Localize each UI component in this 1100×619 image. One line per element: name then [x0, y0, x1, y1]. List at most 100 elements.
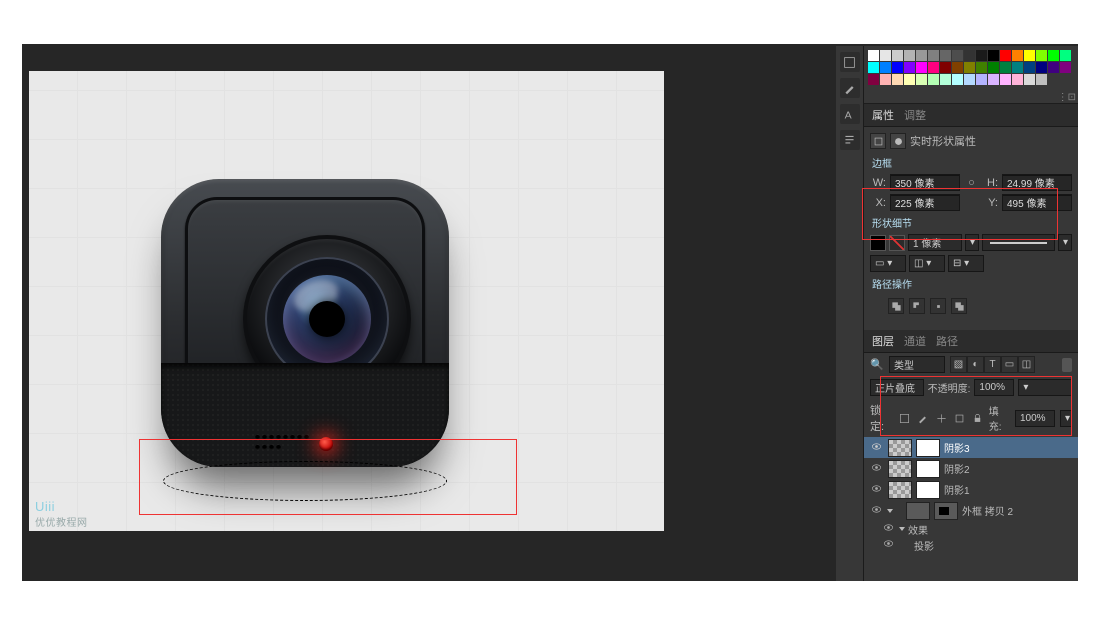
visibility-icon[interactable]	[880, 522, 896, 536]
swatch[interactable]	[940, 62, 951, 73]
tool-dock[interactable]: A	[836, 46, 864, 581]
swatch[interactable]	[1060, 50, 1071, 61]
stroke-style-preview[interactable]	[982, 234, 1055, 251]
swatch[interactable]	[988, 50, 999, 61]
visibility-icon[interactable]	[880, 538, 896, 552]
swatch[interactable]	[976, 62, 987, 73]
swatch[interactable]	[916, 62, 927, 73]
expand-icon[interactable]	[899, 527, 905, 531]
swatch[interactable]	[1036, 62, 1047, 73]
swatch[interactable]	[940, 74, 951, 85]
lock-move-icon[interactable]	[935, 411, 948, 425]
swatch[interactable]	[964, 50, 975, 61]
swatch[interactable]	[952, 74, 963, 85]
width-field[interactable]: 350 像素	[890, 174, 960, 191]
layer-name[interactable]: 阴影1	[944, 482, 970, 497]
lock-brush-icon[interactable]	[916, 411, 929, 425]
swatch[interactable]	[928, 50, 939, 61]
fill-field[interactable]: 100%	[1015, 410, 1055, 427]
layer-row[interactable]: 外框 拷贝 2	[864, 500, 1078, 521]
swatch[interactable]	[916, 50, 927, 61]
layer-row[interactable]: 阴影3	[864, 437, 1078, 458]
tab-properties[interactable]: 属性	[872, 107, 894, 123]
cap-select[interactable]: ▭ ▾	[870, 255, 906, 272]
opacity-down-icon[interactable]: ▾	[1018, 379, 1072, 396]
link-wh-icon[interactable]	[964, 176, 978, 190]
swatch[interactable]	[976, 74, 987, 85]
swatch[interactable]	[880, 62, 891, 73]
intersect-icon[interactable]	[930, 298, 946, 314]
tab-layers[interactable]: 图层	[872, 333, 894, 349]
swatch[interactable]	[892, 74, 903, 85]
swatch[interactable]	[988, 62, 999, 73]
swatch[interactable]	[952, 62, 963, 73]
swatch[interactable]	[892, 50, 903, 61]
layer-effects-label[interactable]: 效果	[864, 521, 1078, 537]
swatch[interactable]	[904, 74, 915, 85]
swatch[interactable]	[976, 50, 987, 61]
swatch[interactable]	[940, 50, 951, 61]
swatch[interactable]	[892, 62, 903, 73]
swatch[interactable]	[1000, 74, 1011, 85]
type-dock-icon[interactable]: A	[840, 104, 860, 124]
swatch[interactable]	[988, 74, 999, 85]
swatch[interactable]	[904, 62, 915, 73]
swatch[interactable]	[1036, 74, 1047, 85]
join-select[interactable]: ◫ ▾	[909, 255, 945, 272]
layer-list[interactable]: 阴影3 阴影2 阴影1 外框 拷贝 2 效果	[864, 437, 1078, 553]
tab-channels[interactable]: 通道	[904, 333, 926, 349]
x-field[interactable]: 225 像素	[890, 194, 960, 211]
blend-mode-select[interactable]: 正片叠底	[870, 379, 924, 396]
height-field[interactable]: 24.99 像素	[1002, 174, 1072, 191]
visibility-icon[interactable]	[868, 441, 884, 455]
fill-swatch[interactable]	[870, 235, 886, 251]
visibility-icon[interactable]	[868, 483, 884, 497]
exclude-icon[interactable]	[951, 298, 967, 314]
swatch[interactable]	[868, 50, 879, 61]
swatch[interactable]	[964, 62, 975, 73]
stroke-style-down-icon[interactable]: ▾	[1058, 234, 1072, 251]
visibility-icon[interactable]	[868, 504, 884, 518]
swatch[interactable]	[904, 50, 915, 61]
swatch[interactable]	[916, 74, 927, 85]
swatch[interactable]	[964, 74, 975, 85]
stroke-swatch[interactable]	[889, 235, 905, 251]
lock-artboard-icon[interactable]	[953, 411, 966, 425]
layer-name[interactable]: 阴影3	[944, 440, 970, 455]
swatches-dock-icon[interactable]	[840, 52, 860, 72]
swatches-options-icon[interactable]: ⋮⊡	[1058, 92, 1076, 103]
expand-icon[interactable]	[887, 509, 893, 513]
swatch[interactable]	[952, 50, 963, 61]
swatch[interactable]	[1024, 62, 1035, 73]
swatch[interactable]	[880, 50, 891, 61]
swatch[interactable]	[928, 74, 939, 85]
swatch[interactable]	[928, 62, 939, 73]
swatch[interactable]	[1000, 50, 1011, 61]
filter-image-icon[interactable]: ▧	[950, 356, 967, 373]
layers-tabs[interactable]: 图层 通道 路径	[864, 330, 1078, 353]
properties-tabs[interactable]: 属性 调整	[864, 104, 1078, 127]
tab-adjustments[interactable]: 调整	[904, 107, 926, 123]
swatch[interactable]	[1024, 50, 1035, 61]
swatch[interactable]	[1012, 50, 1023, 61]
stroke-width-field[interactable]: 1 像素	[908, 234, 962, 251]
align-select[interactable]: ⊟ ▾	[948, 255, 984, 272]
filter-smart-icon[interactable]: ◫	[1018, 356, 1035, 373]
swatch[interactable]	[1060, 62, 1071, 73]
swatch[interactable]	[1000, 62, 1011, 73]
swatches-panel[interactable]: /* populated below */ ⋮⊡	[864, 46, 1078, 104]
layer-effect-drop-shadow[interactable]: 投影	[864, 537, 1078, 553]
swatch[interactable]	[1036, 50, 1047, 61]
brush-dock-icon[interactable]	[840, 78, 860, 98]
layer-name[interactable]: 外框 拷贝 2	[962, 503, 1013, 518]
swatch[interactable]	[1012, 74, 1023, 85]
filter-type-icon[interactable]: T	[984, 356, 1001, 373]
y-field[interactable]: 495 像素	[1002, 194, 1072, 211]
layer-row[interactable]: 阴影1	[864, 479, 1078, 500]
stroke-width-down-icon[interactable]: ▾	[965, 234, 979, 251]
subtract-icon[interactable]	[909, 298, 925, 314]
filter-toggle[interactable]	[1062, 358, 1072, 372]
swatch[interactable]	[880, 74, 891, 85]
swatch[interactable]	[868, 74, 879, 85]
filter-shape-icon[interactable]: ▭	[1001, 356, 1018, 373]
